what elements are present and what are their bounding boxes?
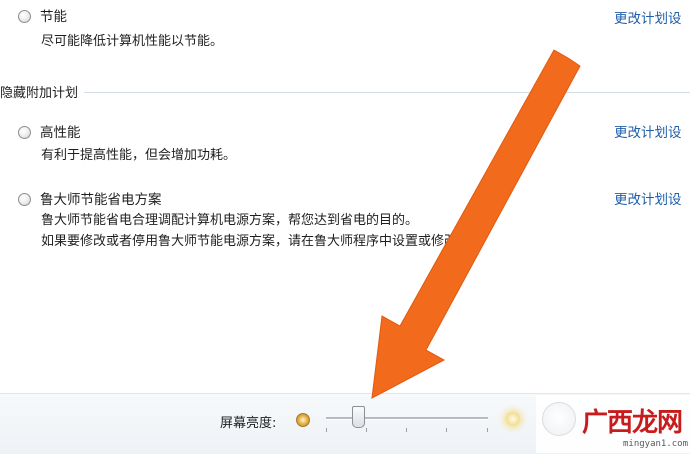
brightness-label: 屏幕亮度: — [220, 416, 277, 431]
sun-bright-icon — [506, 412, 520, 426]
brightness-slider-thumb[interactable] — [352, 406, 365, 428]
watermark-url: mingyan1.com — [623, 439, 689, 449]
plan-desc-power-saver: 尽可能降低计算机性能以节能。 — [41, 34, 224, 49]
change-plan-link-high-performance[interactable]: 更改计划设 — [614, 121, 682, 141]
sun-dim-icon — [296, 413, 310, 427]
plan-desc-ludashi-line1: 鲁大师节能省电合理调配计算机电源方案，帮您达到省电的目的。 — [41, 213, 419, 228]
plan-name-ludashi: 鲁大师节能省电方案 — [40, 192, 162, 208]
brightness-slider-ticks — [326, 428, 488, 432]
watermark-name: 广西龙网 — [582, 408, 683, 438]
radio-high-performance[interactable] — [18, 126, 31, 139]
hidden-plans-toggle[interactable]: 隐藏附加计划 — [0, 82, 85, 101]
watermark-logo-icon — [542, 402, 576, 436]
radio-ludashi-plan[interactable] — [18, 193, 31, 206]
plan-desc-high-performance: 有利于提高性能，但会增加功耗。 — [41, 148, 237, 163]
change-plan-link-ludashi[interactable]: 更改计划设 — [614, 188, 682, 208]
plan-name-high-performance: 高性能 — [40, 125, 81, 141]
brightness-slider-track[interactable] — [326, 417, 488, 420]
plan-desc-ludashi-line2: 如果要修改或者停用鲁大师节能电源方案，请在鲁大师程序中设置或修改。 — [41, 234, 471, 249]
change-plan-link-power-saver[interactable]: 更改计划设 — [614, 7, 682, 27]
section-divider — [0, 92, 690, 93]
radio-power-saver[interactable] — [18, 10, 31, 23]
plan-name-power-saver: 节能 — [40, 9, 67, 25]
